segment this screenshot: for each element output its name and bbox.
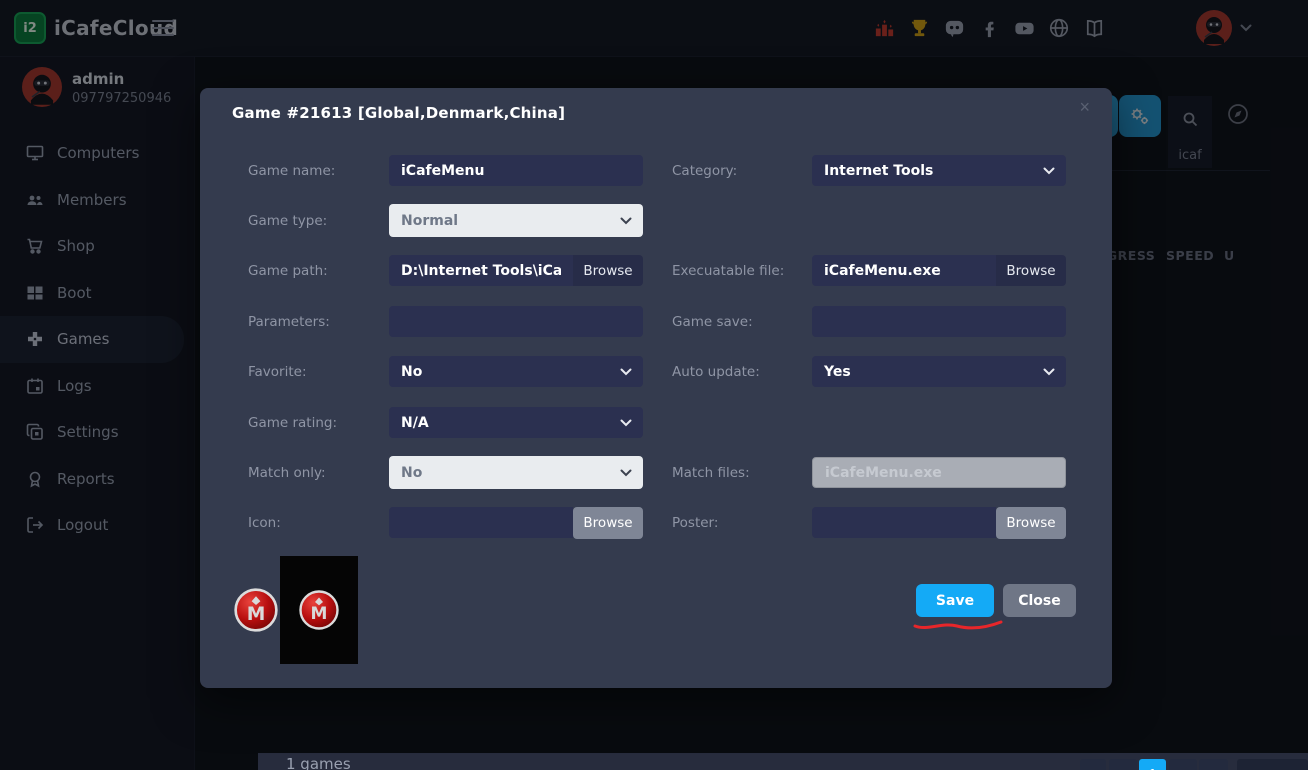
icon-browse-button[interactable]: Browse xyxy=(573,507,643,539)
auto-update-value: Yes xyxy=(824,364,851,380)
field-label-icon: Icon: xyxy=(248,515,389,531)
pagination-first-button[interactable] xyxy=(1080,759,1106,770)
parameters-input[interactable] xyxy=(389,306,643,337)
pagination-prev-button[interactable] xyxy=(1109,759,1137,770)
modal-close-icon[interactable]: × xyxy=(1079,98,1090,116)
svg-text:M: M xyxy=(247,604,266,625)
field-label-game-name: Game name: xyxy=(248,163,389,179)
pagination-size-select[interactable] xyxy=(1237,759,1308,770)
chevron-down-icon xyxy=(620,419,632,427)
save-button[interactable]: Save xyxy=(916,584,994,617)
game-path-browse-button[interactable]: Browse xyxy=(573,255,643,286)
game-type-select[interactable]: Normal xyxy=(389,204,643,237)
favorite-value: No xyxy=(401,364,422,380)
svg-text:M: M xyxy=(311,604,328,624)
pagination-page-1-button[interactable]: 1 xyxy=(1139,759,1166,770)
field-label-game-path: Game path: xyxy=(248,263,389,279)
chevron-down-icon xyxy=(1043,368,1055,376)
field-label-game-rating: Game rating: xyxy=(248,415,389,431)
field-label-parameters: Parameters: xyxy=(248,314,389,330)
app-root: i2 iCafeCloud xyxy=(0,0,1308,770)
field-label-category: Category: xyxy=(672,163,812,179)
category-value: Internet Tools xyxy=(824,163,933,179)
poster-browse-button[interactable]: Browse xyxy=(996,507,1066,539)
executable-file-input[interactable] xyxy=(812,255,996,286)
chevron-down-icon xyxy=(620,469,632,477)
poster-input[interactable] xyxy=(812,507,996,538)
modal-title: Game #21613 [Global,Denmark,China] xyxy=(232,104,565,122)
chevron-down-icon xyxy=(1043,167,1055,175)
red-underline-annotation xyxy=(912,618,1004,632)
icon-input[interactable] xyxy=(389,507,573,538)
close-button[interactable]: Close xyxy=(1003,584,1076,617)
favorite-select[interactable]: No xyxy=(389,356,643,387)
games-count: 1 games xyxy=(286,755,351,770)
pagination-next-button[interactable] xyxy=(1169,759,1197,770)
game-path-input[interactable] xyxy=(389,255,573,286)
executable-file-browse-button[interactable]: Browse xyxy=(996,255,1066,286)
game-save-input[interactable] xyxy=(812,306,1066,337)
field-label-poster: Poster: xyxy=(672,515,812,531)
match-files-input[interactable] xyxy=(812,457,1066,488)
game-rating-select[interactable]: N/A xyxy=(389,407,643,438)
field-label-match-only: Match only: xyxy=(248,465,389,481)
chevron-down-icon xyxy=(620,368,632,376)
auto-update-select[interactable]: Yes xyxy=(812,356,1066,387)
games-footer: 1 games 1 xyxy=(258,753,1308,770)
field-label-game-type: Game type: xyxy=(248,213,389,229)
field-label-favorite: Favorite: xyxy=(248,364,389,380)
category-select[interactable]: Internet Tools xyxy=(812,155,1066,186)
game-name-input[interactable] xyxy=(389,155,643,186)
match-only-value: No xyxy=(401,465,422,481)
edit-game-modal: Game #21613 [Global,Denmark,China] × Gam… xyxy=(200,88,1112,688)
game-type-value: Normal xyxy=(401,213,458,229)
game-icon-preview: M xyxy=(234,588,278,632)
field-label-match-files: Match files: xyxy=(672,465,812,481)
field-label-auto-update: Auto update: xyxy=(672,364,812,380)
pagination-last-button[interactable] xyxy=(1199,759,1228,770)
field-label-game-save: Game save: xyxy=(672,314,812,330)
chevron-down-icon xyxy=(620,217,632,225)
match-only-select[interactable]: No xyxy=(389,456,643,489)
game-rating-value: N/A xyxy=(401,415,429,431)
field-label-executable-file: Execuatable file: xyxy=(672,263,812,279)
game-poster-preview: M xyxy=(280,556,358,664)
